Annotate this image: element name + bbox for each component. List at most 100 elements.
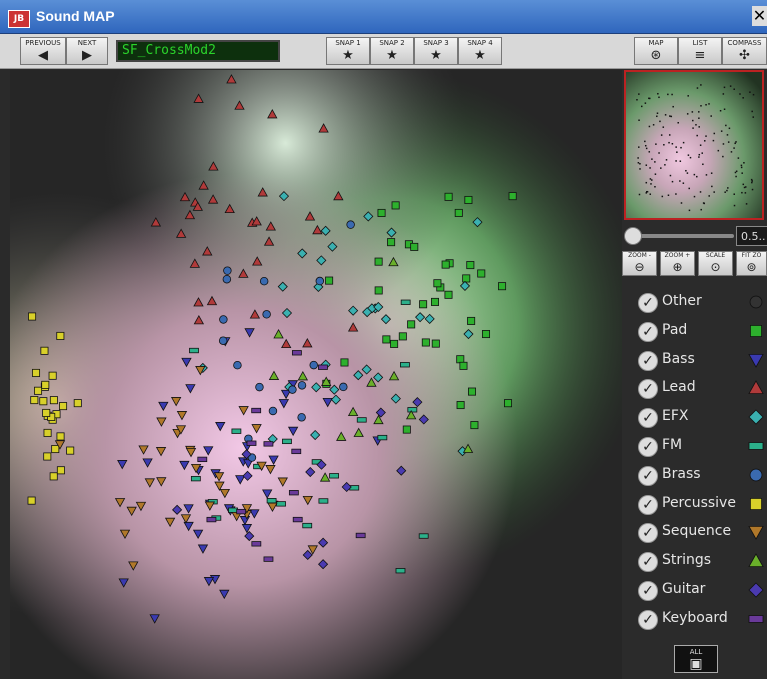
sound-marker-pad[interactable]	[477, 269, 486, 278]
sound-marker-percussive[interactable]	[42, 408, 51, 417]
zoom-slider-handle[interactable]	[624, 227, 642, 245]
zoom-slider-track[interactable]	[630, 234, 734, 238]
category-pad[interactable]: ✓ Pad	[630, 319, 767, 346]
sound-map-plot[interactable]	[10, 70, 622, 679]
sound-marker-fm[interactable]	[189, 347, 199, 354]
sound-marker-percussive[interactable]	[41, 380, 50, 389]
sound-marker-pad[interactable]	[444, 290, 453, 299]
sound-marker-percussive[interactable]	[43, 452, 52, 461]
sound-marker-pad[interactable]	[444, 192, 453, 201]
checkbox-checked-icon[interactable]: ✓	[638, 437, 658, 457]
sound-marker-keyboard[interactable]	[263, 441, 274, 447]
sound-marker-brass[interactable]	[259, 276, 269, 286]
sound-marker-pad[interactable]	[462, 274, 471, 283]
sound-marker-pad[interactable]	[402, 425, 411, 434]
sound-marker-pad[interactable]	[498, 282, 507, 291]
sound-marker-percussive[interactable]	[27, 496, 36, 505]
checkbox-checked-icon[interactable]: ✓	[638, 523, 658, 544]
category-efx[interactable]: ✓ EFX	[630, 405, 767, 432]
sound-marker-keyboard[interactable]	[292, 516, 303, 523]
sound-marker-percussive[interactable]	[73, 399, 82, 408]
sound-marker-fm[interactable]	[282, 438, 292, 445]
sound-marker-keyboard[interactable]	[251, 407, 262, 414]
snap-2-button[interactable]: SNAP 2 ★	[370, 37, 414, 65]
sound-marker-percussive[interactable]	[39, 397, 48, 406]
sound-marker-brass[interactable]	[297, 381, 307, 390]
category-sequence[interactable]: ✓ Sequence	[630, 520, 767, 547]
sound-marker-keyboard[interactable]	[263, 556, 274, 562]
sound-marker-pad[interactable]	[387, 238, 396, 247]
sound-marker-percussive[interactable]	[56, 331, 65, 340]
checkbox-checked-icon[interactable]: ✓	[638, 609, 658, 630]
category-fm[interactable]: ✓ FM	[630, 434, 767, 461]
sound-marker-pad[interactable]	[441, 260, 450, 269]
category-guitar[interactable]: ✓ Guitar	[630, 578, 767, 605]
sound-marker-percussive[interactable]	[48, 371, 57, 380]
checkbox-checked-icon[interactable]: ✓	[638, 379, 658, 400]
sound-marker-brass[interactable]	[219, 315, 228, 324]
sound-marker-keyboard[interactable]	[288, 490, 299, 496]
sound-marker-fm[interactable]	[228, 507, 238, 513]
sound-marker-fm[interactable]	[377, 434, 388, 441]
sound-marker-pad[interactable]	[482, 330, 491, 339]
sound-marker-pad[interactable]	[468, 387, 477, 396]
sound-marker-keyboard[interactable]	[251, 541, 262, 547]
sound-marker-pad[interactable]	[325, 276, 334, 285]
checkbox-checked-icon[interactable]: ✓	[638, 465, 658, 486]
checkbox-checked-icon[interactable]: ✓	[638, 408, 658, 429]
sound-marker-pad[interactable]	[374, 286, 383, 295]
sound-marker-keyboard[interactable]	[246, 440, 257, 446]
all-button[interactable]: ALL ▣	[674, 645, 718, 673]
sound-marker-keyboard[interactable]	[318, 364, 328, 370]
sound-marker-pad[interactable]	[419, 300, 428, 309]
category-bass[interactable]: ✓ Bass	[630, 348, 767, 375]
sound-marker-keyboard[interactable]	[236, 508, 247, 515]
overview-minimap[interactable]	[624, 70, 764, 220]
zoom-out-button[interactable]: ZOOM - ⊖	[622, 251, 657, 276]
sound-marker-brass[interactable]	[288, 385, 297, 394]
sound-marker-fm[interactable]	[400, 299, 411, 305]
sound-marker-fm[interactable]	[276, 501, 286, 507]
sound-marker-pad[interactable]	[431, 339, 440, 348]
sound-marker-percussive[interactable]	[28, 312, 37, 321]
checkbox-checked-icon[interactable]: ✓	[638, 552, 658, 573]
sound-marker-percussive[interactable]	[43, 428, 52, 437]
sound-marker-brass[interactable]	[339, 382, 348, 392]
sound-marker-brass[interactable]	[346, 220, 355, 229]
sound-marker-brass[interactable]	[297, 413, 306, 422]
checkbox-checked-icon[interactable]: ✓	[638, 581, 658, 601]
sound-marker-brass[interactable]	[233, 360, 242, 370]
sound-marker-percussive[interactable]	[56, 432, 65, 441]
checkbox-checked-icon[interactable]: ✓	[638, 494, 658, 515]
list-view-button[interactable]: LIST ≡	[678, 37, 722, 65]
sound-marker-keyboard[interactable]	[206, 516, 217, 523]
sound-marker-percussive[interactable]	[59, 402, 68, 411]
sound-marker-pad[interactable]	[456, 355, 465, 364]
sound-marker-pad[interactable]	[504, 399, 513, 408]
sound-marker-percussive[interactable]	[56, 466, 65, 475]
snap-4-button[interactable]: SNAP 4 ★	[458, 37, 502, 65]
sound-marker-percussive[interactable]	[34, 386, 43, 395]
sound-marker-pad[interactable]	[374, 257, 383, 266]
sound-marker-fm[interactable]	[356, 417, 367, 423]
sound-marker-fm[interactable]	[190, 475, 201, 482]
sound-marker-fm[interactable]	[407, 407, 418, 413]
category-keyboard[interactable]: ✓ Keyboard	[630, 607, 767, 634]
sound-marker-fm[interactable]	[231, 428, 242, 434]
sound-marker-fm[interactable]	[395, 568, 406, 574]
sound-marker-pad[interactable]	[433, 279, 442, 288]
sound-marker-brass[interactable]	[223, 266, 232, 275]
snap-3-button[interactable]: SNAP 3 ★	[414, 37, 458, 65]
zoom-in-button[interactable]: ZOOM + ⊕	[660, 251, 695, 276]
sound-marker-brass[interactable]	[222, 274, 232, 284]
category-strings[interactable]: ✓ Strings	[630, 549, 767, 576]
sound-marker-brass[interactable]	[262, 310, 271, 319]
sound-marker-fm[interactable]	[349, 485, 360, 491]
sound-marker-pad[interactable]	[467, 316, 476, 325]
sound-marker-pad[interactable]	[398, 332, 407, 341]
sound-marker-pad[interactable]	[430, 297, 439, 306]
sound-marker-percussive[interactable]	[30, 396, 39, 405]
sound-marker-keyboard[interactable]	[355, 532, 366, 539]
sound-marker-brass[interactable]	[218, 336, 228, 345]
sound-marker-percussive[interactable]	[49, 472, 58, 481]
